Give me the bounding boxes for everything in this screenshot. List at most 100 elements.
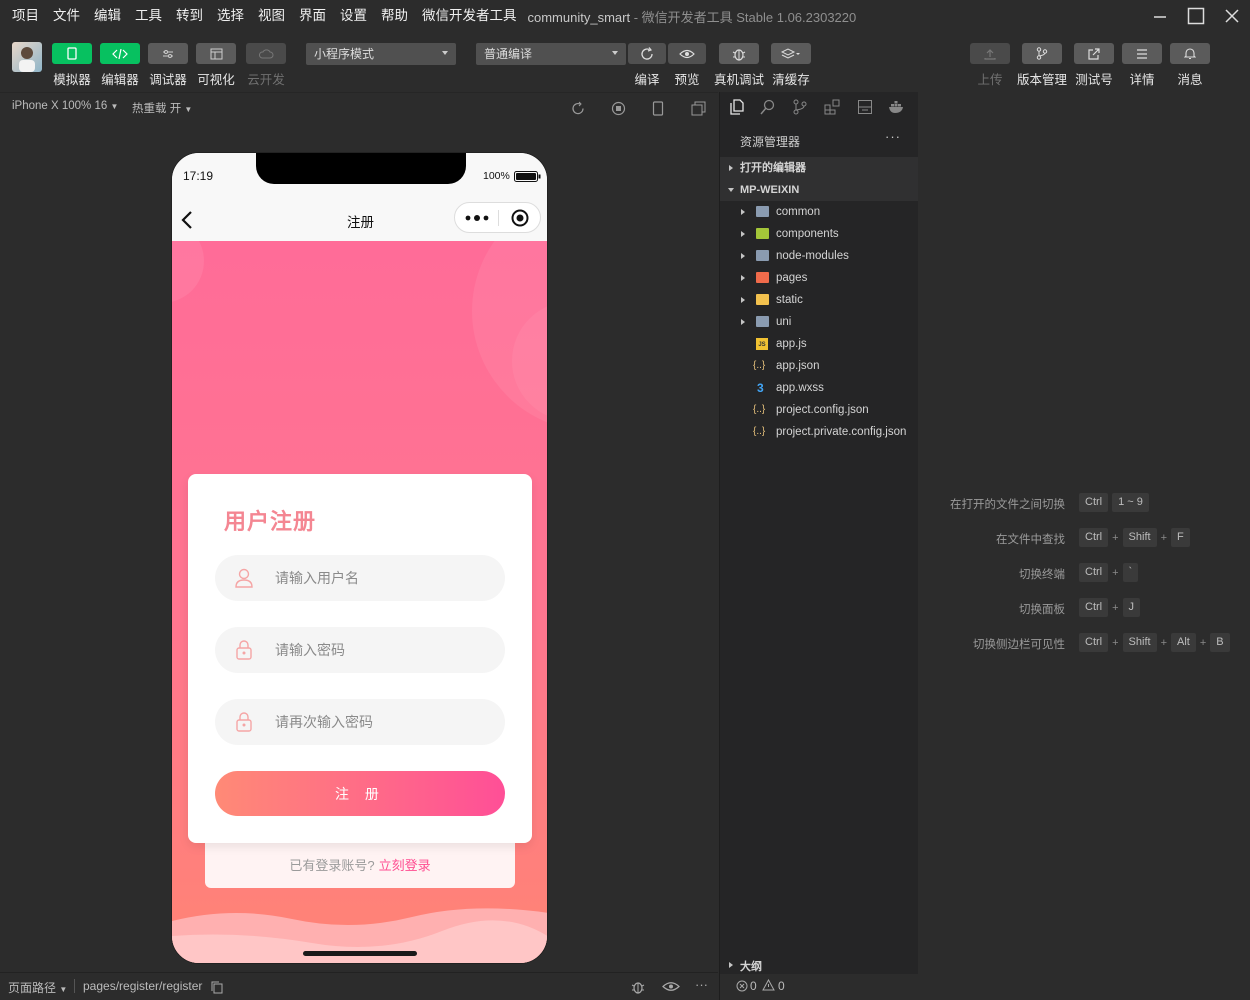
menu-interface[interactable]: 界面 [292, 0, 333, 32]
close-icon [1225, 9, 1239, 23]
bug-icon [732, 48, 746, 61]
phone-icon[interactable] [652, 101, 664, 116]
stop-icon[interactable] [611, 101, 626, 116]
preview-button[interactable] [668, 43, 706, 64]
cloud-dev-button[interactable] [246, 43, 286, 64]
capsule-divider [498, 210, 499, 226]
remote-debug-button[interactable] [719, 43, 759, 64]
file-name: project.private.config.json [776, 426, 907, 438]
tree-folder-common[interactable]: common [720, 201, 918, 223]
folder-icon [756, 272, 769, 283]
key: 1 ~ 9 [1112, 493, 1149, 512]
page-background: 已有登录账号? 立刻登录 用户注册 注 册 [172, 241, 547, 963]
password-input[interactable] [275, 627, 495, 673]
tree-file-project-config[interactable]: {..} project.config.json [720, 399, 918, 421]
docker-icon[interactable] [888, 99, 906, 115]
test-account-button[interactable] [1074, 43, 1114, 64]
tree-file-app-js[interactable]: JS app.js [720, 333, 918, 355]
menu-settings[interactable]: 设置 [333, 0, 374, 32]
storage-icon[interactable] [857, 99, 873, 115]
tree-folder-pages[interactable]: pages [720, 267, 918, 289]
tree-file-app-wxss[interactable]: 3 app.wxss [720, 377, 918, 399]
page-path-select[interactable]: 页面路径 ▼ [8, 979, 67, 996]
confirm-password-input[interactable] [275, 699, 495, 745]
key: Ctrl [1079, 563, 1109, 582]
plus-sign: + [1112, 636, 1119, 649]
detach-window-icon[interactable] [691, 101, 706, 116]
external-link-icon [1088, 47, 1100, 60]
problems-status[interactable]: 0 0 [720, 974, 1250, 1000]
bell-icon [1184, 48, 1196, 59]
mode-select[interactable]: 小程序模式 [306, 43, 456, 65]
password-field[interactable] [215, 627, 505, 673]
maximize-button[interactable] [1178, 0, 1214, 32]
tree-file-project-private-config[interactable]: {..} project.private.config.json [720, 421, 918, 443]
divider [74, 979, 75, 993]
files-icon[interactable] [729, 99, 745, 115]
menu-wechat-devtools[interactable]: 微信开发者工具 [415, 0, 524, 32]
shortcut-row: 切换侧边栏可见性 Ctrl + Shift + Alt + B [919, 633, 1250, 653]
editor-toggle-button[interactable] [100, 43, 140, 64]
menu-file[interactable]: 文件 [46, 0, 87, 32]
folder-name: pages [776, 272, 808, 284]
bug-icon[interactable] [630, 979, 646, 995]
plus-sign: + [1160, 531, 1167, 544]
close-miniprogram-icon[interactable] [511, 209, 529, 227]
login-prompt: 已有登录账号? 立刻登录 [205, 841, 515, 888]
menu-select[interactable]: 选择 [210, 0, 251, 32]
username-field[interactable] [215, 555, 505, 601]
shortcut-row: 切换面板 Ctrl + J [919, 598, 1250, 618]
simulator-toggle-button[interactable] [52, 43, 92, 64]
menu-project[interactable]: 项目 [5, 0, 46, 32]
debugger-toggle-button[interactable] [148, 43, 188, 64]
search-icon[interactable] [760, 99, 776, 115]
shortcut-keys: Ctrl + Shift + F [1079, 528, 1190, 547]
upload-button[interactable] [970, 43, 1010, 64]
project-section[interactable]: MP-WEIXIN [720, 179, 918, 201]
tree-folder-uni[interactable]: uni [720, 311, 918, 333]
messages-button[interactable] [1170, 43, 1210, 64]
tree-folder-node-modules[interactable]: node-modules [720, 245, 918, 267]
clear-cache-button[interactable] [771, 43, 811, 64]
chevron-right-icon [741, 231, 745, 237]
eye-icon[interactable] [662, 981, 680, 992]
avatar[interactable] [12, 42, 42, 72]
compile-select[interactable]: 普通编译 [476, 43, 626, 65]
more-actions-icon[interactable]: ··· [885, 129, 901, 144]
tree-folder-components[interactable]: components [720, 223, 918, 245]
menu-goto[interactable]: 转到 [169, 0, 210, 32]
register-button[interactable]: 注 册 [215, 771, 505, 816]
menu-icon [1137, 48, 1147, 59]
tree-file-app-json[interactable]: {..} app.json [720, 355, 918, 377]
more-dots-icon[interactable] [465, 215, 489, 221]
user-icon [235, 568, 253, 588]
version-button[interactable] [1022, 43, 1062, 64]
extensions-icon[interactable] [824, 99, 840, 115]
details-button[interactable] [1122, 43, 1162, 64]
upload-label: 上传 [977, 73, 1003, 87]
source-control-icon[interactable] [792, 99, 808, 115]
copy-icon[interactable] [211, 981, 223, 994]
outline-section[interactable]: 大纲 [720, 956, 918, 974]
key: Ctrl [1079, 633, 1109, 652]
menu-help[interactable]: 帮助 [374, 0, 415, 32]
simulator-toolbar: iPhone X 100% 16 ▼ 热重载 开 ▼ [0, 92, 718, 122]
device-select[interactable]: iPhone X 100% 16 ▼ [12, 100, 118, 112]
tree-folder-static[interactable]: static [720, 289, 918, 311]
confirm-password-field[interactable] [215, 699, 505, 745]
compile-button[interactable] [628, 43, 666, 64]
menu-view[interactable]: 视图 [251, 0, 292, 32]
eye-icon [679, 49, 695, 58]
menu-edit[interactable]: 编辑 [87, 0, 128, 32]
username-input[interactable] [275, 555, 495, 601]
visual-toggle-button[interactable] [196, 43, 236, 64]
minimize-button[interactable] [1142, 0, 1178, 32]
hot-reload-select[interactable]: 热重载 开 ▼ [132, 100, 192, 116]
folder-icon [756, 206, 769, 217]
open-editors-section[interactable]: 打开的编辑器 [720, 157, 918, 179]
menu-tools[interactable]: 工具 [128, 0, 169, 32]
rotate-icon[interactable] [571, 101, 586, 116]
login-link[interactable]: 立刻登录 [379, 855, 431, 874]
more-icon[interactable]: ··· [695, 977, 708, 992]
close-window-button[interactable] [1214, 0, 1250, 32]
